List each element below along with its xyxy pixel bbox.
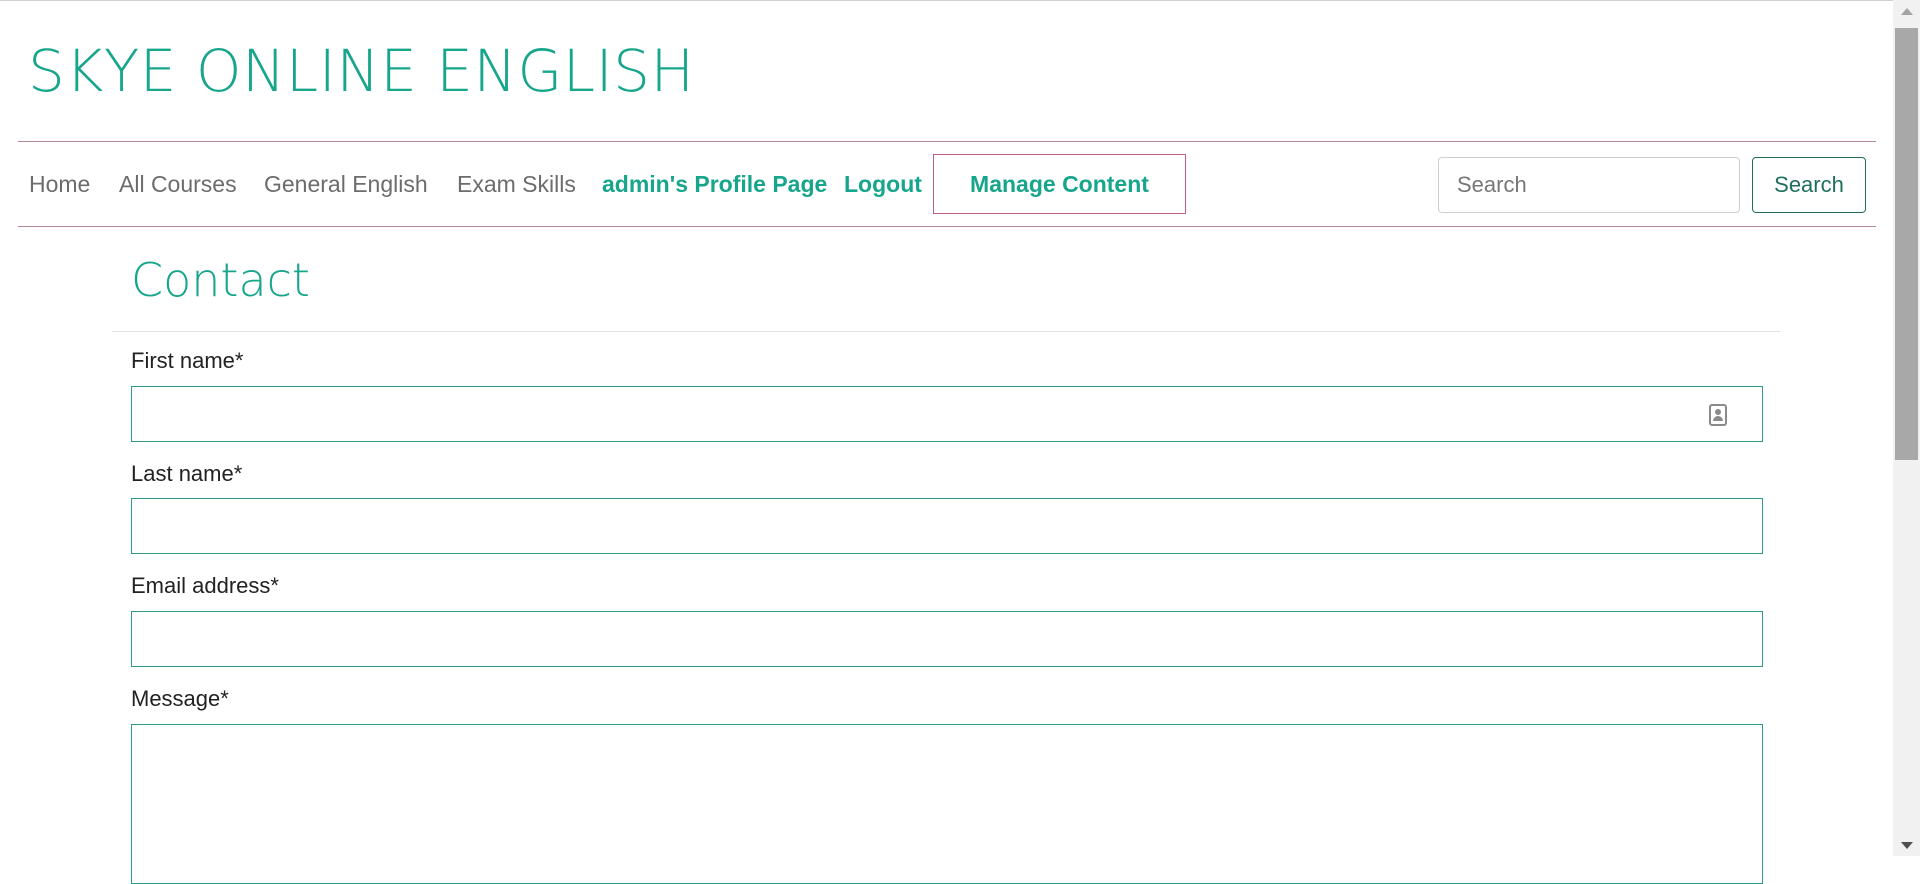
scroll-down-arrow-icon[interactable] — [1901, 842, 1913, 849]
message-label: Message* — [131, 686, 229, 711]
first-name-label: First name* — [131, 348, 244, 373]
contact-card-icon[interactable] — [1709, 404, 1727, 426]
nav-item-home[interactable]: Home — [29, 142, 90, 226]
manage-content-button[interactable]: Manage Content — [933, 154, 1186, 214]
nav-item-logout[interactable]: Logout — [844, 142, 922, 226]
last-name-field[interactable] — [131, 498, 1763, 554]
email-field[interactable] — [131, 611, 1763, 667]
scroll-thumb[interactable] — [1895, 28, 1918, 460]
last-name-label: Last name* — [131, 461, 243, 486]
site-title[interactable]: SKYE ONLINE ENGLISH — [28, 36, 695, 106]
email-address-label: Email address* — [131, 573, 279, 598]
nav-item-profile-page[interactable]: admin's Profile Page — [602, 142, 827, 226]
nav-item-general-english[interactable]: General English — [264, 142, 428, 226]
first-name-field[interactable] — [131, 386, 1763, 442]
top-border — [0, 0, 1893, 1]
nav-item-all-courses[interactable]: All Courses — [119, 142, 237, 226]
page-title: Contact — [131, 253, 310, 307]
scroll-up-arrow-icon[interactable] — [1901, 8, 1913, 15]
message-field[interactable] — [131, 724, 1763, 884]
nav-item-exam-skills[interactable]: Exam Skills — [457, 142, 576, 226]
contact-card-icon-body — [1713, 416, 1723, 421]
search-input[interactable] — [1438, 157, 1740, 213]
search-button[interactable]: Search — [1752, 157, 1866, 213]
heading-divider — [112, 331, 1780, 332]
vertical-scrollbar[interactable] — [1893, 0, 1920, 856]
contact-card-icon-head — [1715, 409, 1721, 415]
main-nav: Home All Courses General English Exam Sk… — [18, 141, 1876, 227]
